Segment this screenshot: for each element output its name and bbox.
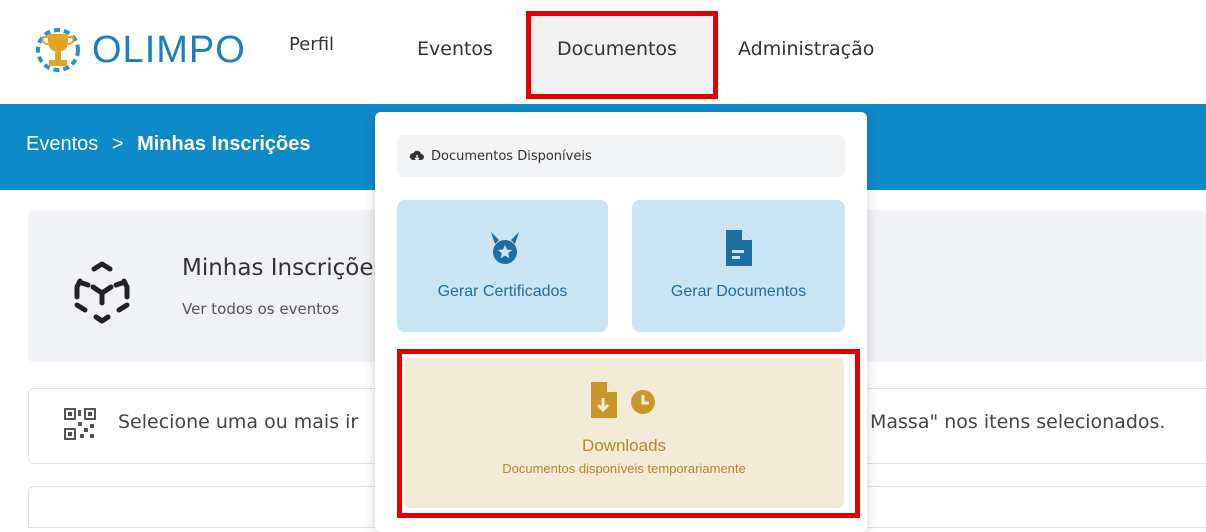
gerar-certificados-label: Gerar Certificados xyxy=(437,283,568,300)
breadcrumb-parent[interactable]: Eventos xyxy=(26,133,98,155)
logo-text: OLIMPO xyxy=(92,28,246,71)
highlight-box-documentos xyxy=(526,11,718,99)
gerar-documentos-label: Gerar Documentos xyxy=(670,283,807,300)
nav-eventos[interactable]: Eventos xyxy=(417,38,493,60)
highlight-box-downloads xyxy=(397,349,860,518)
page-subtitle: Ver todos os eventos xyxy=(182,300,340,318)
page-title: Minhas Inscrições xyxy=(182,255,386,281)
info-text-right: Massa" nos itens selecionados. xyxy=(870,411,1166,433)
breadcrumb: Eventos > Minhas Inscrições xyxy=(26,133,310,156)
breadcrumb-current: Minhas Inscrições xyxy=(137,133,311,155)
gerar-certificados-button[interactable]: Gerar Certificados xyxy=(397,200,608,332)
dropdown-header-label: Documentos Disponíveis xyxy=(431,148,592,164)
dropdown-header: Documentos Disponíveis xyxy=(397,135,845,177)
medal-icon xyxy=(491,232,519,264)
qr-code-icon xyxy=(64,408,96,440)
nav-perfil[interactable]: Perfil xyxy=(289,34,334,55)
nav-administracao[interactable]: Administração xyxy=(738,38,874,60)
breadcrumb-separator: > xyxy=(111,133,124,155)
trophy-gear-icon xyxy=(36,28,80,72)
logo[interactable]: OLIMPO xyxy=(34,28,246,72)
document-icon xyxy=(726,230,752,266)
info-text-left: Selecione uma ou mais ir xyxy=(118,411,359,433)
gerar-documentos-button[interactable]: Gerar Documentos xyxy=(632,200,845,332)
cube-scan-icon xyxy=(74,261,130,324)
cloud-download-icon xyxy=(409,150,424,161)
